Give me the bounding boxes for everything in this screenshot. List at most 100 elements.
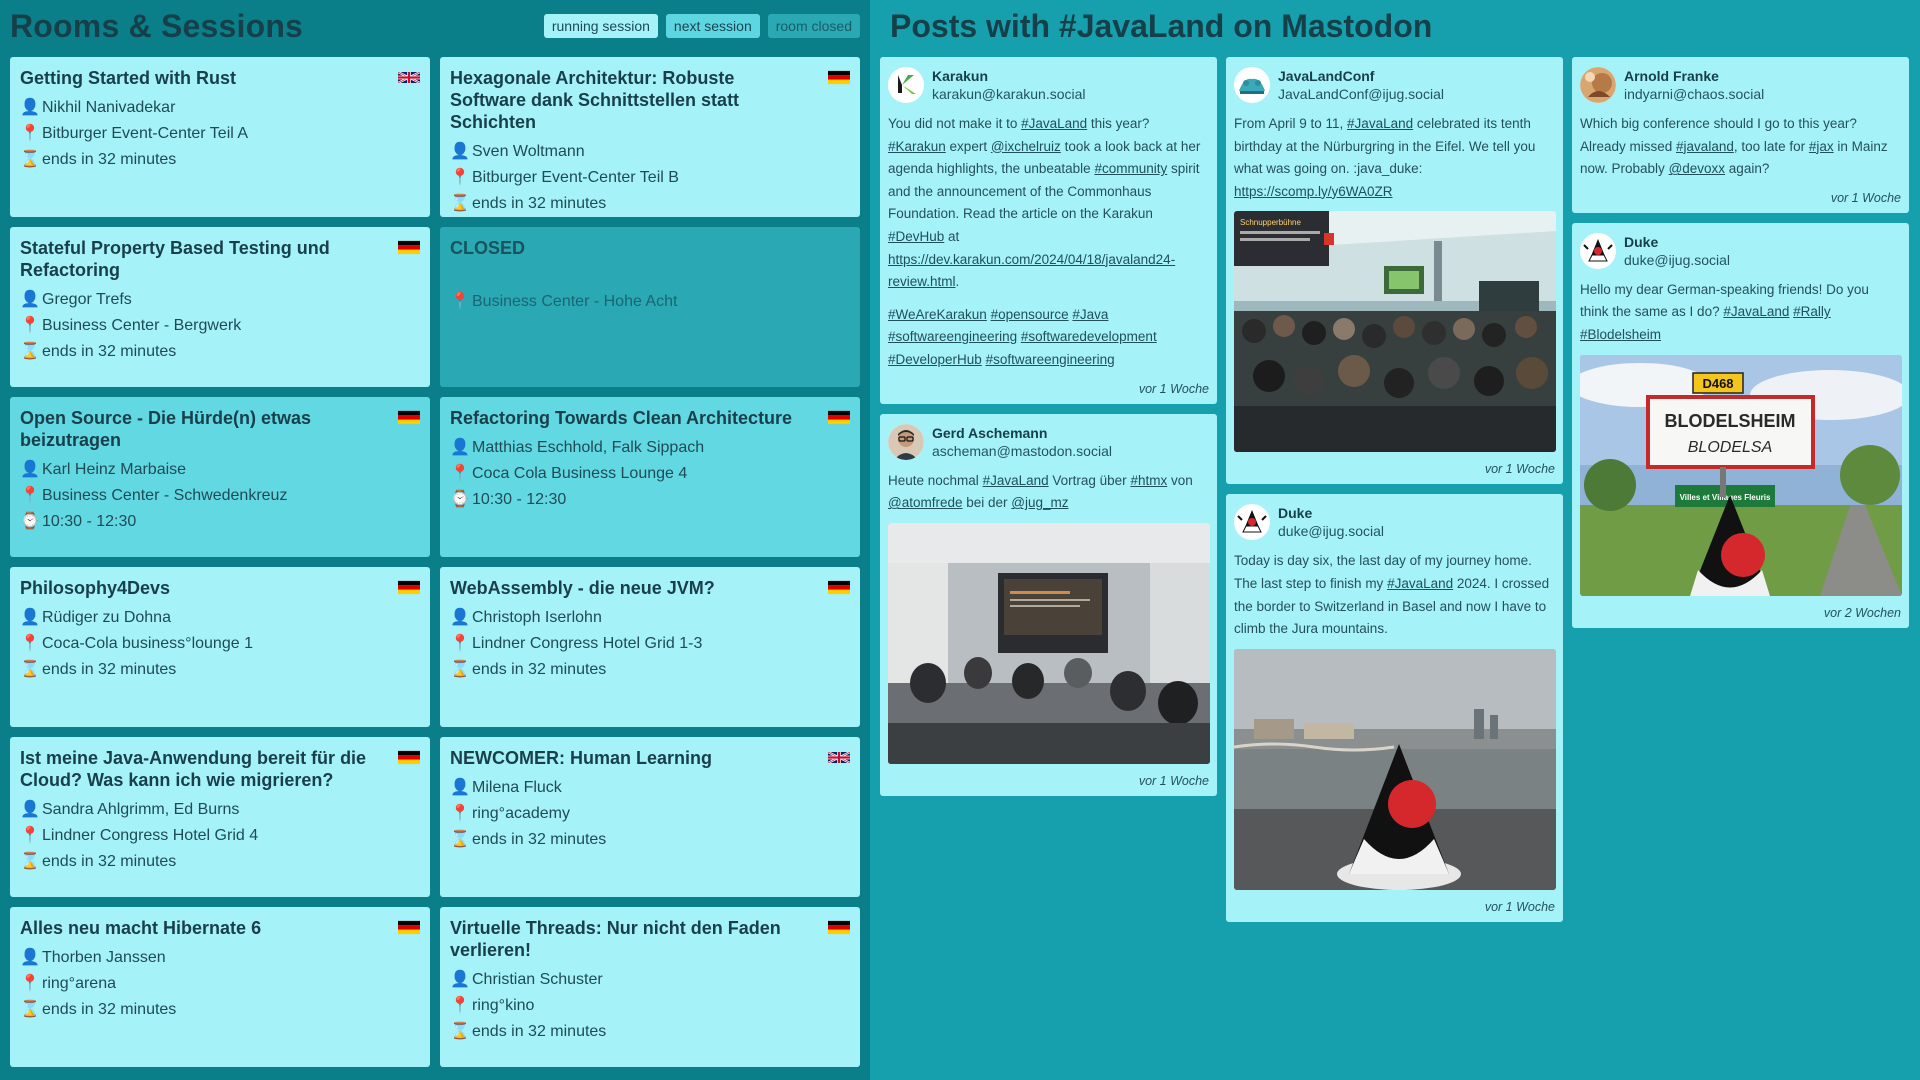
legend-next-session: next session — [665, 14, 760, 38]
hashtag-link[interactable]: #DevHub — [888, 229, 944, 244]
hashtag-link[interactable]: #opensource — [991, 307, 1069, 322]
duke-avatar — [1580, 232, 1616, 269]
hashtag-link[interactable]: #htmx — [1130, 473, 1167, 488]
pin-icon: 📍 — [20, 487, 40, 504]
hashtag-link[interactable]: #Java — [1072, 307, 1108, 322]
hashtag-link[interactable]: #JavaLand — [1723, 304, 1789, 319]
session-card[interactable]: Virtuelle Threads: Nur nicht den Faden v… — [440, 907, 860, 1067]
post-text: Hello my dear German-speaking friends! D… — [1580, 281, 1869, 342]
de-flag-icon — [828, 920, 850, 935]
session-card-next[interactable]: Refactoring Towards Clean Architecture 👤… — [440, 397, 860, 557]
hashtag-link[interactable]: #JavaLand — [1347, 116, 1413, 131]
person-icon: 👤 — [20, 291, 40, 308]
mention-link[interactable]: @devoxx — [1669, 161, 1725, 176]
post-card[interactable]: Arnold Franke indyarni@chaos.social Whic… — [1572, 57, 1909, 213]
session-time: ⌚ 10:30 - 12:30 — [20, 509, 420, 535]
post-card[interactable]: JavaLandConf JavaLandConf@ijug.social Fr… — [1226, 57, 1563, 485]
session-time: ⌛ ends in 32 minutes — [20, 849, 420, 875]
session-card-next[interactable]: Open Source - Die Hürde(n) etwas beizutr… — [10, 397, 430, 557]
post-author-name: Duke — [1624, 233, 1659, 250]
hashtag-link[interactable]: #softwareengineering — [986, 352, 1115, 367]
hourglass-icon: ⌛ — [450, 195, 470, 212]
room-name: Business Center - Schwedenkreuz — [42, 487, 288, 504]
mention-link[interactable]: @ixchelruiz — [991, 139, 1061, 154]
session-card[interactable]: Hexagonale Architektur: Robuste Software… — [440, 57, 860, 217]
room-name: ring°academy — [472, 805, 570, 822]
url-link[interactable]: https://scomp.ly/y6WA0ZR — [1234, 184, 1393, 199]
session-time: ⌛ ends in 32 minutes — [450, 1019, 850, 1045]
rooms-title: Rooms & Sessions — [10, 8, 304, 44]
post-card[interactable]: Duke duke@ijug.social Today is day six, … — [1226, 494, 1563, 922]
room-name: Bitburger Event-Center Teil A — [42, 125, 249, 142]
hashtag-link[interactable]: #Rally — [1793, 304, 1831, 319]
post-author-name: Gerd Aschemann — [932, 424, 1048, 441]
hashtag-link[interactable]: #JavaLand — [1387, 576, 1453, 591]
javaland-logo-avatar — [1234, 67, 1270, 103]
session-card[interactable]: Philosophy4Devs 👤 Rüdiger zu Dohna 📍 Coca-… — [10, 567, 430, 727]
hourglass-icon: ⌛ — [450, 831, 470, 848]
hashtag-link[interactable]: #javaland — [1676, 139, 1734, 154]
hourglass-icon: ⌛ — [20, 661, 40, 678]
session-card[interactable]: Getting Started with Rust 👤 Nikhil Naniva… — [10, 57, 430, 217]
session-title: Alles neu macht Hibernate 6 — [20, 918, 262, 938]
post-text: You did not make it to #JavaLand this ye… — [888, 116, 1201, 290]
lecture-room-photo[interactable] — [888, 522, 1210, 764]
session-speaker: 👤 Sven Woltmann — [450, 139, 850, 165]
session-card[interactable]: NEWCOMER: Human Learning 👤 Milena Fluck 📍… — [440, 737, 860, 897]
hashtag-link[interactable]: #JavaLand — [1021, 116, 1087, 131]
post-card[interactable]: Duke duke@ijug.social Hello my dear Germ… — [1572, 222, 1909, 628]
hashtag-link[interactable]: #JavaLand — [983, 473, 1049, 488]
speaker-name: Thorben Janssen — [42, 949, 166, 966]
post-card[interactable]: Karakun karakun@karakun.social You did n… — [880, 57, 1217, 404]
post-author-handle: ascheman@mastodon.social — [932, 442, 1112, 459]
session-speaker: 👤 Karl Heinz Marbaise — [20, 457, 420, 483]
de-flag-icon — [398, 580, 420, 595]
mention-link[interactable]: @jug_mz — [1011, 495, 1068, 510]
rooms-panel: Rooms & Sessions running session next se… — [0, 0, 870, 1080]
session-card[interactable]: Ist meine Java-Anwendung bereit für die … — [10, 737, 430, 897]
speaker-name: Christoph Iserlohn — [472, 609, 602, 626]
duke-avatar — [1234, 504, 1270, 541]
session-card[interactable]: Alles neu macht Hibernate 6 👤 Thorben Jan… — [10, 907, 430, 1067]
session-title: Open Source - Die Hürde(n) etwas beizutr… — [20, 408, 312, 450]
mention-link[interactable]: @atomfrede — [888, 495, 963, 510]
time-text: ends in 32 minutes — [42, 853, 177, 870]
hashtag-link[interactable]: #softwareengineering — [888, 329, 1017, 344]
duke-town-sign-photo[interactable]: D468 BLODELSHEIM BLODELSA Villes et Vill… — [1580, 354, 1902, 596]
time-text: ends in 32 minutes — [472, 195, 607, 212]
session-title: Stateful Property Based Testing und Refa… — [20, 238, 330, 280]
hashtag-link[interactable]: #WeAreKarakun — [888, 307, 987, 322]
post-column-2: JavaLandConf JavaLandConf@ijug.social Fr… — [1226, 57, 1563, 922]
hashtag-link[interactable]: #jax — [1809, 139, 1834, 154]
hashtag-link[interactable]: #Blodelsheim — [1580, 327, 1661, 342]
duke-basel-river-photo[interactable] — [1234, 648, 1556, 890]
hashtag-link[interactable]: #Karakun — [888, 139, 946, 154]
uk-flag-icon — [398, 72, 420, 83]
room-name: Lindner Congress Hotel Grid 1-3 — [472, 635, 703, 652]
session-card[interactable]: Stateful Property Based Testing und Refa… — [10, 227, 430, 387]
hashtag-link[interactable]: #softwaredevelopment — [1021, 329, 1157, 344]
hashtag-link[interactable]: #community — [1094, 161, 1167, 176]
time-text: ends in 32 minutes — [42, 661, 177, 678]
time-text: ends in 32 minutes — [42, 1001, 177, 1018]
person-icon: 👤 — [450, 609, 470, 626]
session-room: 📍 Bitburger Event-Center Teil A — [20, 121, 420, 147]
session-title: Philosophy4Devs — [20, 578, 171, 598]
de-flag-icon — [828, 580, 850, 595]
session-speaker: 👤 Nikhil Nanivadekar — [20, 95, 420, 121]
session-room: 📍 ring°kino — [450, 993, 850, 1019]
post-timestamp: vor 1 Woche — [1138, 381, 1209, 396]
url-link[interactable]: https://dev.karakun.com/2024/04/18/javal… — [888, 252, 1175, 290]
post-text: Heute nochmal #JavaLand Vortrag über #ht… — [888, 472, 1193, 511]
legend-room-closed: room closed — [767, 14, 860, 38]
room-name: Business Center - Hohe Acht — [472, 293, 678, 310]
session-card[interactable]: WebAssembly - die neue JVM? 👤 Christoph I… — [440, 567, 860, 727]
user-avatar — [1580, 67, 1616, 103]
post-card[interactable]: Gerd Aschemann ascheman@mastodon.social … — [880, 413, 1217, 796]
session-time: ⌛ ends in 32 minutes — [20, 147, 420, 173]
de-flag-icon — [398, 240, 420, 255]
conference-crowd-photo[interactable]: Schnupperbühne — [1234, 211, 1556, 453]
status-legend: running session next session room closed — [543, 14, 860, 38]
session-speaker: 👤 Sandra Ahlgrimm, Ed Burns — [20, 797, 420, 823]
hashtag-link[interactable]: #DeveloperHub — [888, 352, 982, 367]
